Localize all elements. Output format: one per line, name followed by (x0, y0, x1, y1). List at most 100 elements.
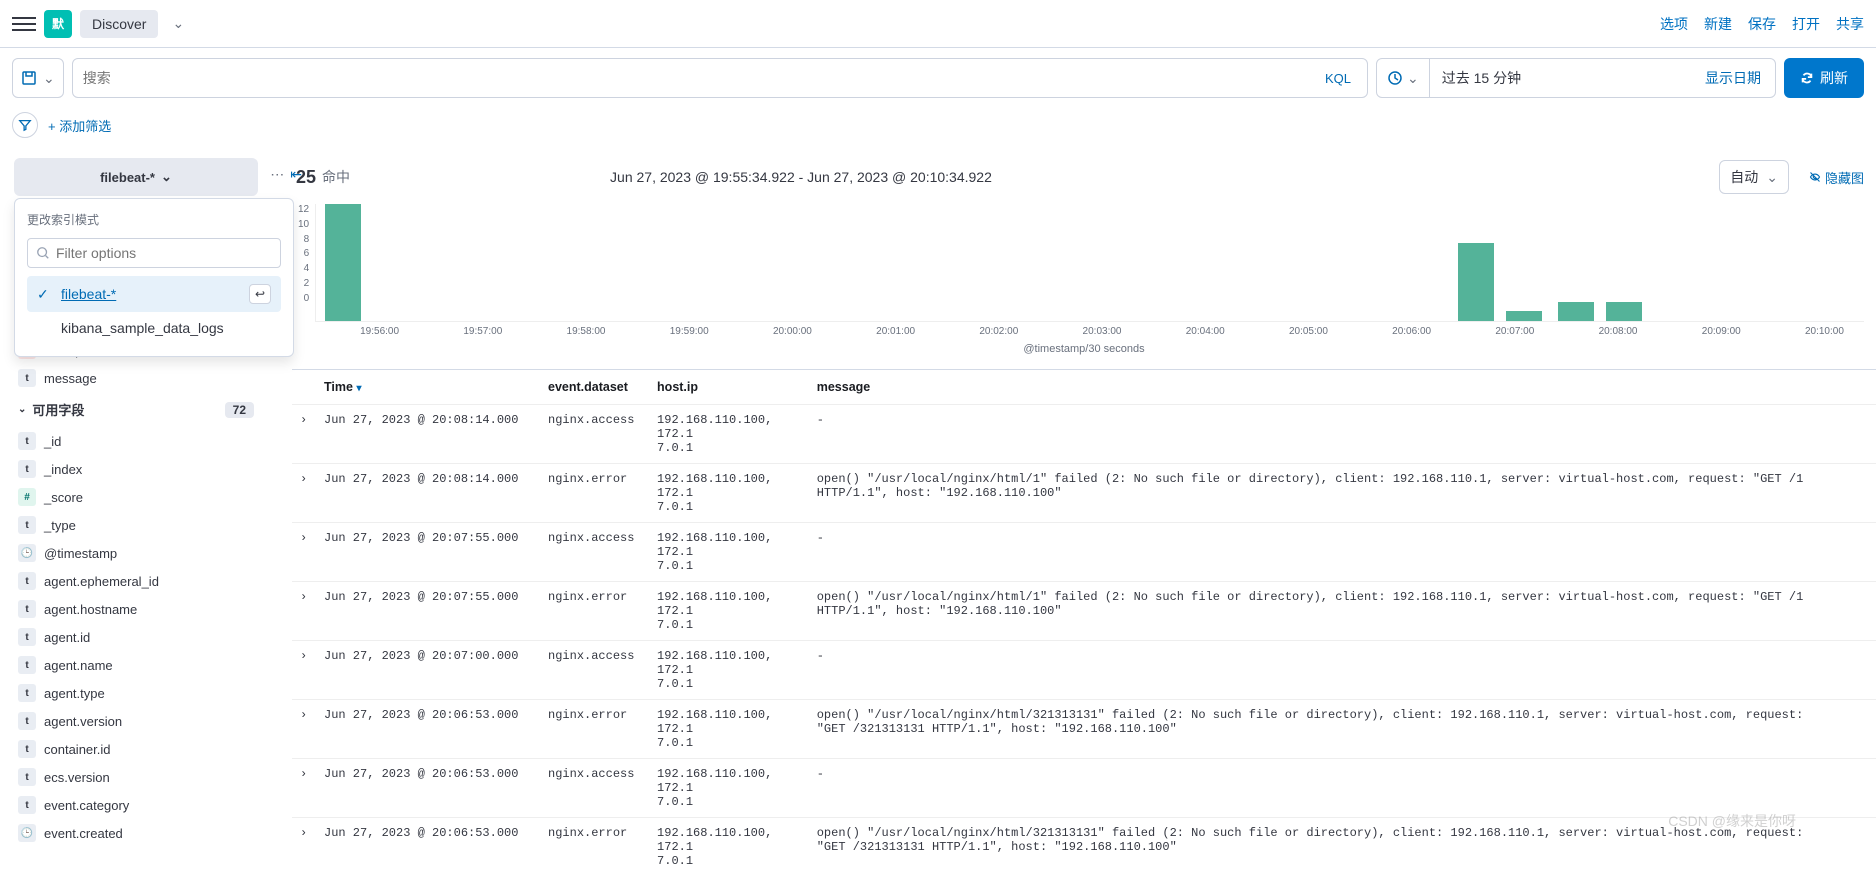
table-row[interactable]: › Jun 27, 2023 @ 20:06:53.000 nginx.erro… (292, 818, 1876, 874)
saved-query-button[interactable]: ⌄ (12, 58, 64, 98)
field-item[interactable]: t_type (14, 511, 258, 539)
logo[interactable]: 默 (44, 10, 72, 38)
filter-menu-button[interactable] (12, 112, 38, 138)
cell-dataset: nginx.error (540, 464, 649, 523)
menu-save[interactable]: 保存 (1748, 14, 1776, 34)
expand-row-icon[interactable]: › (292, 700, 316, 759)
menu-open[interactable]: 打开 (1792, 14, 1820, 34)
col-host[interactable]: host.ip (649, 370, 809, 405)
field-item[interactable]: tagent.hostname (14, 595, 258, 623)
histogram-bar[interactable] (1458, 243, 1494, 321)
cell-host: 192.168.110.100, 172.1 7.0.1 (649, 818, 809, 874)
field-name: agent.type (44, 686, 105, 701)
search-input[interactable] (83, 70, 1319, 86)
expand-row-icon[interactable]: › (292, 641, 316, 700)
cell-host: 192.168.110.100, 172.1 7.0.1 (649, 464, 809, 523)
field-item[interactable]: t_index (14, 455, 258, 483)
popover-search[interactable] (27, 238, 281, 268)
table-row[interactable]: › Jun 27, 2023 @ 20:06:53.000 nginx.erro… (292, 700, 1876, 759)
field-item[interactable]: tagent.type (14, 679, 258, 707)
field-item[interactable]: 🕒@timestamp (14, 539, 258, 567)
table-row[interactable]: › Jun 27, 2023 @ 20:07:55.000 nginx.acce… (292, 523, 1876, 582)
table-row[interactable]: › Jun 27, 2023 @ 20:07:00.000 nginx.acce… (292, 641, 1876, 700)
hide-chart-link[interactable]: 隐藏图 (1809, 168, 1864, 187)
chevron-down-icon: ⌄ (1766, 169, 1778, 186)
index-pattern-selector[interactable]: filebeat-* ⌄ (14, 158, 258, 196)
nav-toggle-icon[interactable] (12, 12, 36, 36)
x-axis: 19:56:0019:57:0019:58:0019:59:0020:00:00… (292, 322, 1876, 337)
col-dataset[interactable]: event.dataset (540, 370, 649, 405)
field-item[interactable]: tagent.ephemeral_id (14, 567, 258, 595)
field-item[interactable]: tmessage (14, 364, 258, 392)
field-item[interactable]: #_score (14, 483, 258, 511)
cell-host: 192.168.110.100, 172.1 7.0.1 (649, 523, 809, 582)
results-table-wrap[interactable]: Time ▾ event.dataset host.ip message › J… (292, 369, 1876, 874)
search-box[interactable]: KQL (72, 58, 1368, 98)
query-language-label[interactable]: KQL (1319, 71, 1357, 86)
field-item[interactable]: tagent.id (14, 623, 258, 651)
expand-row-icon[interactable]: › (292, 759, 316, 818)
index-pattern-popover: 更改索引模式 ✓filebeat-*↩kibana_sample_data_lo… (14, 198, 294, 357)
table-row[interactable]: › Jun 27, 2023 @ 20:08:14.000 nginx.acce… (292, 405, 1876, 464)
refresh-button[interactable]: 刷新 (1784, 58, 1864, 98)
menu-share[interactable]: 共享 (1836, 14, 1864, 34)
query-bar: ⌄ KQL ⌄ 过去 15 分钟 显示日期 刷新 (0, 48, 1876, 108)
field-item[interactable]: 🕒event.created (14, 819, 258, 847)
cell-message: - (809, 523, 1876, 582)
field-item[interactable]: tagent.name (14, 651, 258, 679)
histogram-bar[interactable] (1606, 302, 1642, 321)
cell-host: 192.168.110.100, 172.1 7.0.1 (649, 582, 809, 641)
field-item[interactable]: t_id (14, 427, 258, 455)
field-type-icon: t (18, 369, 36, 387)
add-filter-link[interactable]: + 添加筛选 (48, 116, 111, 135)
field-options-icon[interactable]: ⋯ (270, 166, 284, 183)
field-item[interactable]: tagent.version (14, 707, 258, 735)
field-item[interactable]: tevent.category (14, 791, 258, 819)
refresh-icon (1800, 71, 1814, 85)
field-name: @timestamp (44, 546, 117, 561)
field-type-icon: t (18, 600, 36, 618)
expand-row-icon[interactable]: › (292, 464, 316, 523)
available-fields-header[interactable]: ⌄ 可用字段 72 (14, 392, 258, 427)
histogram-bar[interactable] (1506, 311, 1542, 321)
calendar-icon[interactable]: ⌄ (1377, 59, 1430, 97)
chevron-down-icon[interactable]: ⌄ (172, 15, 184, 32)
app-switcher-button[interactable]: Discover (80, 10, 158, 38)
expand-row-icon[interactable]: › (292, 523, 316, 582)
top-left: 默 Discover ⌄ (12, 10, 184, 38)
time-range-display: Jun 27, 2023 @ 19:55:34.922 - Jun 27, 20… (610, 169, 992, 185)
interval-select[interactable]: 自动 ⌄ (1719, 160, 1789, 194)
histogram-chart[interactable]: 121086420 (292, 196, 1876, 322)
expand-header (292, 370, 316, 405)
field-name: _index (44, 462, 82, 477)
show-date-link[interactable]: 显示日期 (1691, 68, 1775, 88)
index-option[interactable]: ✓filebeat-*↩ (27, 276, 281, 312)
table-row[interactable]: › Jun 27, 2023 @ 20:08:14.000 nginx.erro… (292, 464, 1876, 523)
index-option[interactable]: kibana_sample_data_logs (27, 312, 281, 344)
expand-row-icon[interactable]: › (292, 405, 316, 464)
cell-message: - (809, 759, 1876, 818)
menu-options[interactable]: 选项 (1660, 14, 1688, 34)
cell-time: Jun 27, 2023 @ 20:06:53.000 (316, 818, 540, 874)
col-message[interactable]: message (809, 370, 1876, 405)
table-row[interactable]: › Jun 27, 2023 @ 20:06:53.000 nginx.acce… (292, 759, 1876, 818)
histogram-bar[interactable] (1558, 302, 1594, 321)
cell-time: Jun 27, 2023 @ 20:06:53.000 (316, 700, 540, 759)
col-time[interactable]: Time ▾ (316, 370, 540, 405)
histogram-bar[interactable] (325, 204, 361, 321)
menu-new[interactable]: 新建 (1704, 14, 1732, 34)
plot-area[interactable] (315, 204, 1864, 322)
popover-filter-input[interactable] (56, 245, 272, 261)
expand-row-icon[interactable]: › (292, 818, 316, 874)
cell-time: Jun 27, 2023 @ 20:08:14.000 (316, 464, 540, 523)
content: 25 命中 Jun 27, 2023 @ 19:55:34.922 - Jun … (272, 148, 1876, 874)
expand-row-icon[interactable]: › (292, 582, 316, 641)
hits-label: 命中 (322, 167, 350, 187)
field-item[interactable]: tcontainer.id (14, 735, 258, 763)
time-picker[interactable]: ⌄ 过去 15 分钟 显示日期 (1376, 58, 1776, 98)
interval-label: 自动 (1730, 167, 1758, 187)
table-row[interactable]: › Jun 27, 2023 @ 20:07:55.000 nginx.erro… (292, 582, 1876, 641)
field-item[interactable]: tecs.version (14, 763, 258, 791)
collapse-sidebar-icon[interactable]: ⇤ (290, 166, 302, 183)
cell-dataset: nginx.access (540, 759, 649, 818)
